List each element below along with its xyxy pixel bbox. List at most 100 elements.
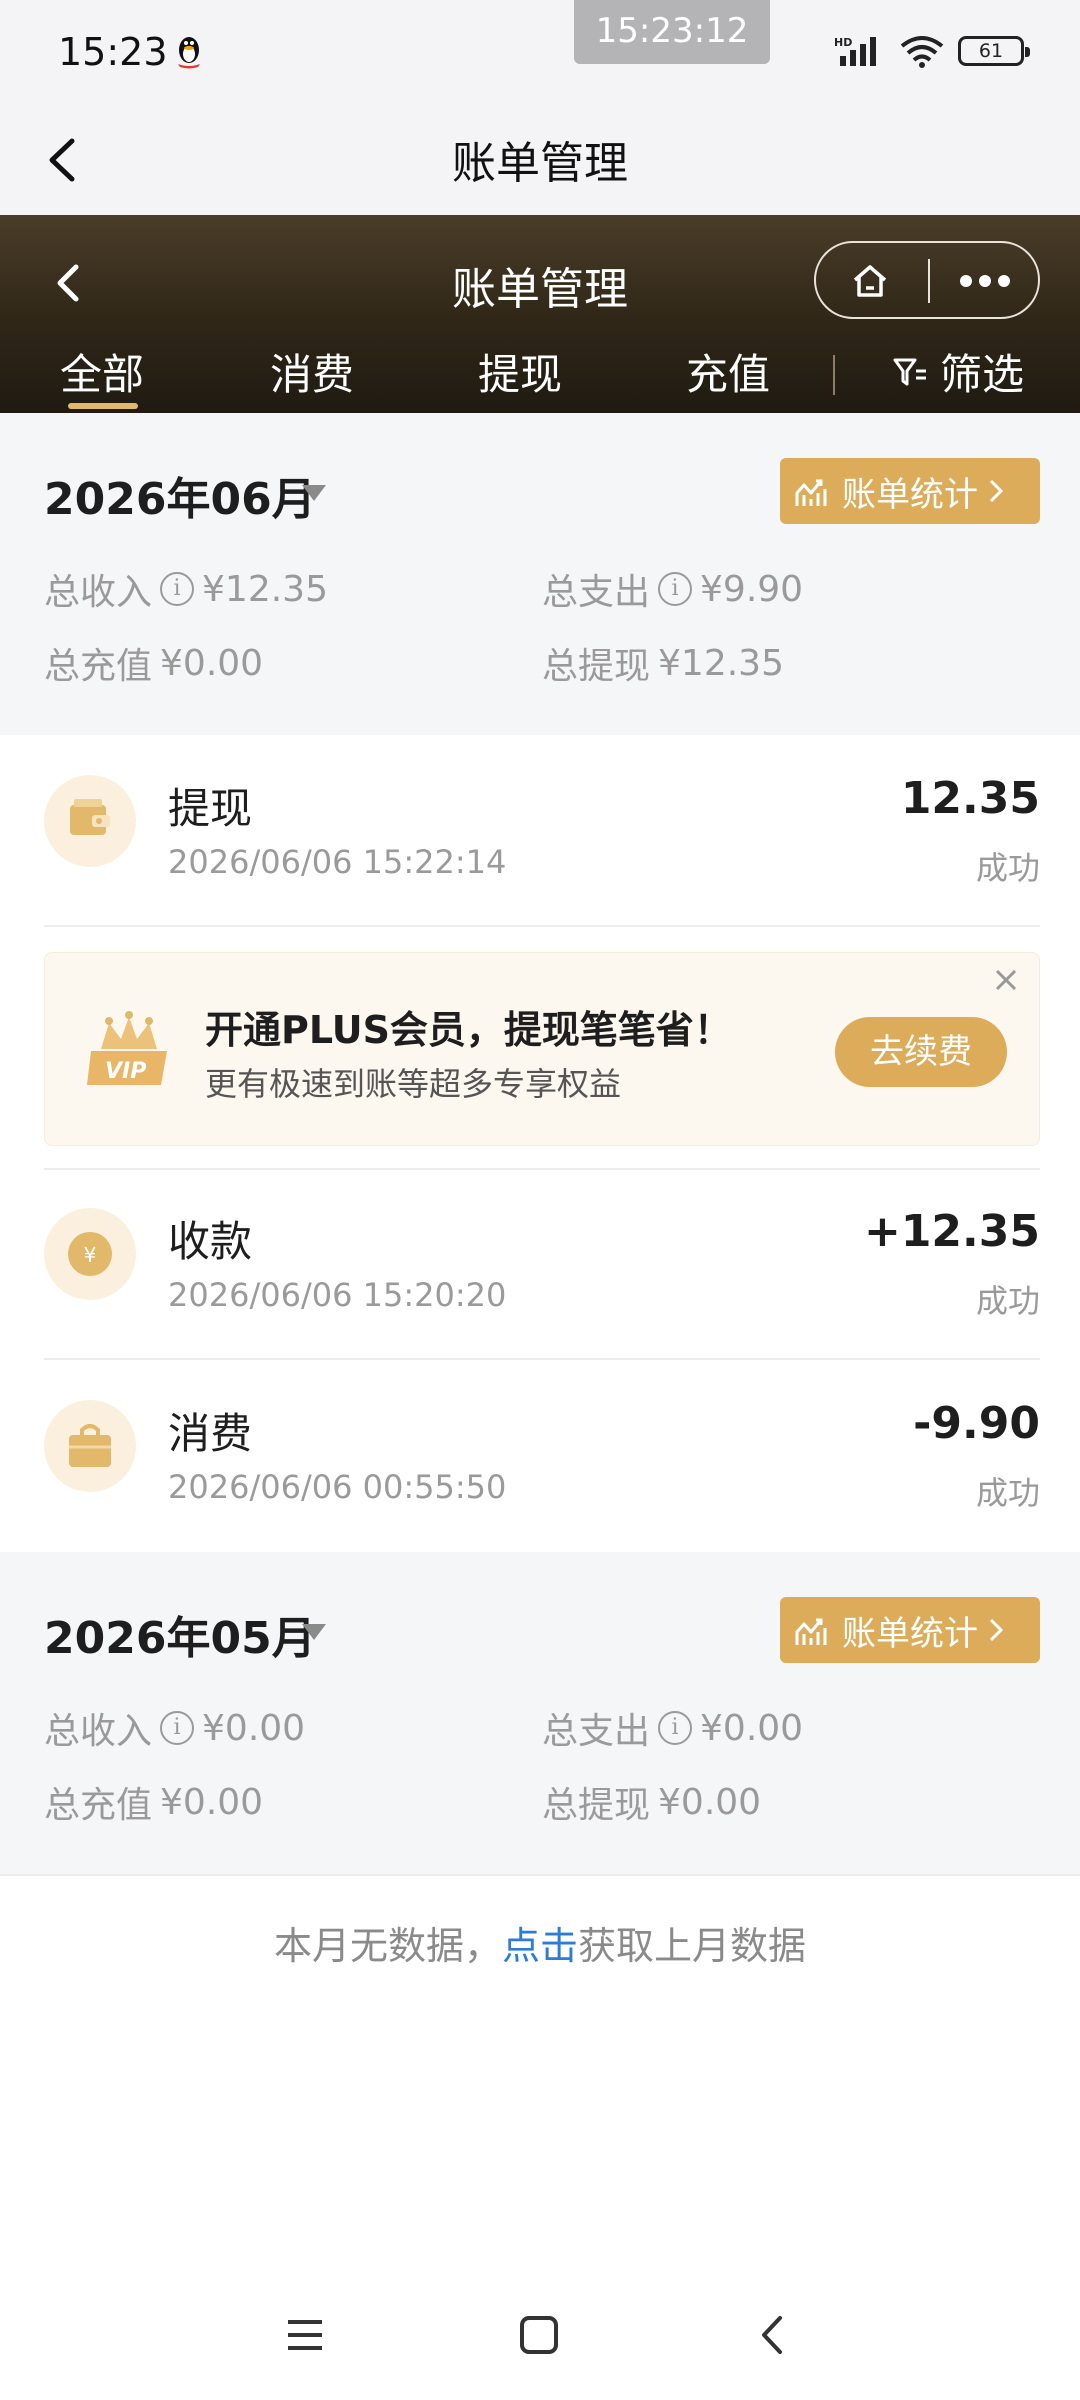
total-income-label: 总收入 [44,1711,153,1752]
vip-crown-icon: VIP [87,1011,167,1085]
active-tab-indicator [68,403,138,409]
total-recharge-value: ¥0.00 [160,1781,264,1823]
bill-stats-button[interactable]: 账单统计 [780,1597,1040,1663]
total-withdraw: 总提现 ¥0.00 [542,1776,761,1828]
status-time: 15:23 [58,30,168,74]
mini-program-header: 账单管理 全部 消费 提现 充值 筛选 [0,215,1080,413]
chart-trend-icon [795,1618,827,1645]
system-nav-bar [0,2280,1080,2400]
tab-all[interactable]: 全部 [60,341,144,402]
transaction-status: 成功 [975,1282,1040,1320]
transaction-amount: 12.35 [900,773,1040,824]
chart-trend-icon [795,479,827,506]
load-previous-month-link[interactable]: 点击 [502,1924,578,1968]
row-divider [44,1358,1040,1360]
filter-icon [893,358,926,385]
month-summary-june: 2026年06月 账单统计 总收入 i ¥12.35 总支出 i ¥9.90 总… [0,413,1080,735]
signal-icon: HD [834,36,876,66]
info-icon[interactable]: i [160,1711,195,1745]
total-recharge-label: 总充值 [44,1785,153,1826]
plus-promo-banner[interactable]: VIP 开通PLUS会员，提现笔笔省！ 更有极速到账等超多专享权益 去续费 [44,952,1040,1146]
filter-button[interactable]: 筛选 [892,341,1024,402]
home-square-icon[interactable] [514,2310,564,2360]
info-icon[interactable]: i [160,572,195,606]
svg-text:HD: HD [834,36,852,49]
svg-text:¥: ¥ [84,1243,97,1267]
bill-stats-label: 账单统计 [842,1613,978,1654]
outer-title-bar: 账单管理 [0,105,1080,215]
total-expense: 总支出 i ¥0.00 [542,1702,803,1754]
info-icon[interactable]: i [658,572,693,606]
total-withdraw-label: 总提现 [542,646,651,687]
promo-title: 开通PLUS会员，提现笔笔省！ [205,1008,732,1052]
renew-button[interactable]: 去续费 [835,1017,1007,1087]
transaction-amount: -9.90 [913,1398,1040,1449]
transaction-status: 成功 [975,849,1040,887]
status-bar: 15:23 15:23:12 HD 61 [0,0,1080,105]
transaction-row[interactable]: ¥ 收款 2026/06/06 15:20:20 +12.35 成功 [0,1170,1080,1360]
month-summary-may: 2026年05月 账单统计 总收入 i ¥0.00 总支出 i ¥0.00 总充… [0,1552,1080,1874]
total-expense-label: 总支出 [542,1711,651,1752]
bill-stats-button[interactable]: 账单统计 [780,458,1040,524]
shopping-bag-icon [44,1400,136,1492]
total-withdraw-value: ¥12.35 [658,642,784,684]
total-expense-value: ¥0.00 [700,1707,804,1749]
total-expense-value: ¥9.90 [700,568,804,610]
month-selector[interactable]: 2026年05月 [44,1602,316,1666]
empty-note-suffix: 获取上月数据 [578,1924,807,1968]
filter-label: 筛选 [940,350,1025,399]
section-divider [0,1874,1080,1876]
total-recharge-value: ¥0.00 [160,642,264,684]
caret-down-icon[interactable] [302,485,326,501]
tab-withdraw[interactable]: 提现 [478,341,562,402]
total-recharge: 总充值 ¥0.00 [44,1776,263,1828]
capsule-divider [928,259,930,303]
month-selector[interactable]: 2026年06月 [44,463,316,527]
total-withdraw: 总提现 ¥12.35 [542,637,784,689]
total-withdraw-label: 总提现 [542,1785,651,1826]
total-income-label: 总收入 [44,572,153,613]
total-recharge: 总充值 ¥0.00 [44,637,263,689]
bill-stats-label: 账单统计 [842,474,978,515]
wifi-icon [900,36,944,68]
total-income: 总收入 i ¥0.00 [44,1702,305,1754]
total-withdraw-value: ¥0.00 [658,1781,762,1823]
transaction-title: 提现 [168,784,253,833]
battery-icon: 61 [958,36,1030,66]
total-expense-label: 总支出 [542,572,651,613]
screen-recording-timer: 15:23:12 [574,0,770,64]
menu-icon[interactable] [280,2310,330,2360]
category-tabs: 全部 消费 提现 充值 筛选 [0,341,1080,413]
vip-badge-text: VIP [105,1059,146,1084]
transaction-status: 成功 [975,1474,1040,1512]
info-icon[interactable]: i [658,1711,693,1745]
total-income-value: ¥0.00 [202,1707,306,1749]
transaction-time: 2026/06/06 15:20:20 [168,1276,507,1314]
back-icon[interactable] [748,2310,798,2360]
row-divider [44,925,1040,927]
chevron-right-icon [989,479,1004,503]
transaction-amount: +12.35 [863,1206,1040,1257]
wallet-icon [44,775,136,867]
total-income: 总收入 i ¥12.35 [44,563,328,615]
transaction-time: 2026/06/06 15:22:14 [168,843,507,881]
total-expense: 总支出 i ¥9.90 [542,563,803,615]
caret-down-icon[interactable] [302,1624,326,1640]
transaction-row[interactable]: 消费 2026/06/06 00:55:50 -9.90 成功 [0,1362,1080,1552]
transaction-row[interactable]: 提现 2026/06/06 15:22:14 12.35 成功 [0,737,1080,927]
promo-subtitle: 更有极速到账等超多专享权益 [205,1065,622,1103]
more-dots-icon[interactable] [958,273,1012,289]
qq-penguin-icon [178,37,200,69]
transaction-time: 2026/06/06 00:55:50 [168,1468,507,1506]
home-icon[interactable] [850,261,890,301]
total-income-value: ¥12.35 [202,568,328,610]
yuan-coin-icon: ¥ [44,1208,136,1300]
tab-recharge[interactable]: 充值 [686,341,770,402]
transaction-title: 收款 [168,1217,253,1266]
tab-consume[interactable]: 消费 [270,341,354,402]
chevron-right-icon [989,1618,1004,1642]
tab-divider [833,355,835,395]
close-icon[interactable] [991,965,1021,995]
empty-month-note: 本月无数据，点击获取上月数据 [0,1915,1080,1970]
transaction-title: 消费 [168,1409,253,1458]
